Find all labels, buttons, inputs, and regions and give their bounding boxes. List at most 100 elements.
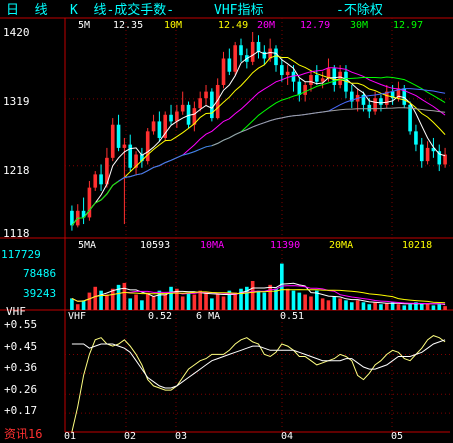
volume-bar-down <box>70 298 74 310</box>
volume-bar-down <box>274 288 278 310</box>
volume-bar-up <box>145 292 150 310</box>
k-label[interactable]: K 线-成交手数- <box>70 4 174 17</box>
x-axis-label: 05 <box>391 431 404 442</box>
volume-bar-down <box>262 292 267 310</box>
vhf-y-label: +0.36 <box>4 361 38 374</box>
chart-canvas <box>0 17 453 433</box>
vhf-ma-line <box>71 339 446 389</box>
vhf-value2: 0.51 <box>280 311 305 322</box>
candle-up <box>303 84 307 95</box>
volume-bar-down <box>186 292 191 310</box>
candle-down <box>99 174 103 185</box>
volume-bar-down <box>344 300 348 310</box>
ma10-label: 10M <box>164 20 183 31</box>
candle-up <box>87 187 92 218</box>
candle-down <box>169 114 173 122</box>
vol-ma20-label: 20MA <box>329 240 354 251</box>
volume-bar-up <box>163 294 168 310</box>
period-label[interactable]: 日 线 <box>6 4 48 17</box>
adjust-label[interactable]: -不除权 <box>336 4 383 17</box>
candle-up <box>221 58 226 85</box>
volume-bar-up <box>303 294 307 310</box>
volume-bar-up <box>384 303 389 310</box>
candle-down <box>297 81 302 95</box>
volume-bar-up <box>443 306 447 310</box>
volume-bar-down <box>332 296 337 310</box>
volume-bar-up <box>396 304 401 310</box>
volume-bar-down <box>437 304 442 310</box>
candle-down <box>239 45 243 56</box>
vol-ma10-value: 11390 <box>270 240 301 251</box>
ma20-label: 20M <box>257 20 276 31</box>
candle-up <box>250 41 255 62</box>
volume-bar-up <box>110 288 115 310</box>
candle-down <box>274 48 278 66</box>
volume-bar-up <box>338 298 342 310</box>
x-axis-label: 03 <box>175 431 188 442</box>
volume-bar-up <box>151 296 156 310</box>
ma20-line <box>71 67 446 226</box>
candle-up <box>338 71 342 85</box>
candle-down <box>332 68 337 85</box>
volume-bar-down <box>128 298 133 310</box>
candle-up <box>110 124 115 158</box>
candle-down <box>315 75 319 82</box>
candle-down <box>116 124 121 148</box>
candle-up <box>180 104 185 112</box>
price-y-label: 1118 <box>3 227 30 240</box>
volume-bar-up <box>373 302 377 310</box>
volume-bar-up <box>221 296 226 310</box>
volume-bar-down <box>256 290 261 310</box>
volume-bar-up <box>268 284 272 310</box>
candle-up <box>373 98 377 112</box>
vol-ma10-label: 10MA <box>200 240 225 251</box>
volume-y-label: 117729 <box>1 248 41 261</box>
vhf-y-label: +0.45 <box>4 340 38 353</box>
volume-bar-up <box>192 294 197 310</box>
volume-y-label: 78486 <box>23 267 57 280</box>
volume-bar-up <box>122 282 127 310</box>
volume-bar-up <box>326 300 331 310</box>
ma30-label: 30M <box>350 20 369 31</box>
candle-down <box>210 91 214 119</box>
volume-bar-down <box>99 290 103 310</box>
volume-bar-down <box>431 305 436 310</box>
ma5-label: 5M <box>78 20 91 31</box>
volume-bar-up <box>198 290 202 310</box>
volume-bar-up <box>134 294 138 310</box>
ma30-value: 12.97 <box>393 20 424 31</box>
candle-down <box>227 58 232 72</box>
volume-bar-down <box>210 298 214 310</box>
volume-bar-down <box>169 286 173 310</box>
candle-up <box>309 75 313 85</box>
vhf-name: VHF <box>68 311 87 322</box>
candle-up <box>443 154 447 165</box>
candle-up <box>175 111 179 122</box>
candle-down <box>256 41 261 52</box>
candle-down <box>408 104 412 132</box>
volume-bar-down <box>349 302 354 310</box>
candle-up <box>233 45 237 72</box>
volume-bar-up <box>250 281 255 310</box>
volume-bar-up <box>105 294 109 310</box>
volume-bar-up <box>320 298 325 310</box>
vol-ma5-value: 10593 <box>140 240 171 251</box>
candle-up <box>93 174 98 188</box>
source-label: 资讯16 <box>4 427 43 441</box>
vhf-y-label: +0.55 <box>4 318 38 331</box>
vhf-value1: 0.52 <box>148 311 173 322</box>
volume-bar-up <box>425 304 430 310</box>
price-y-label: 1319 <box>3 95 30 108</box>
candle-up <box>122 144 127 148</box>
volume-bar-up <box>285 288 290 310</box>
candle-up <box>285 71 290 76</box>
vol-ma20-value: 10218 <box>402 240 433 251</box>
volume-bar-down <box>402 305 407 310</box>
candle-down <box>280 65 284 76</box>
price-y-label: 1218 <box>3 164 30 177</box>
volume-y-label: 39243 <box>23 287 57 300</box>
volume-bar-down <box>297 292 302 310</box>
volume-bar-down <box>408 304 412 310</box>
indicator-label[interactable]: VHF指标 <box>214 4 263 17</box>
vhf-ma-label: 6 MA <box>196 311 221 322</box>
